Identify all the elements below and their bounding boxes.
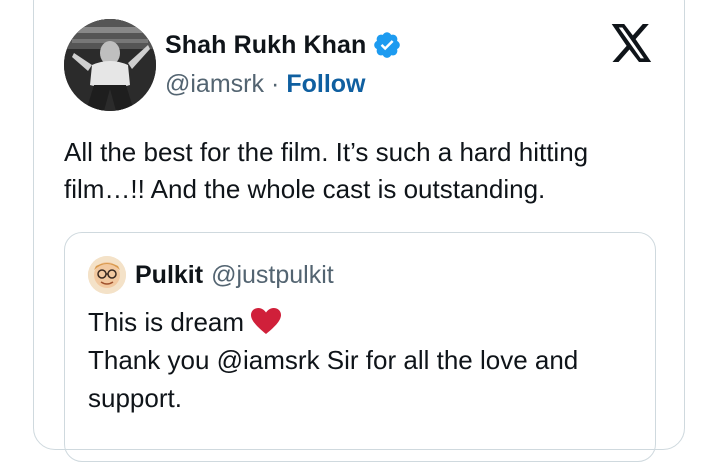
x-logo-icon[interactable] xyxy=(611,24,653,62)
tweet-text: All the best for the film. It’s such a h… xyxy=(64,137,589,204)
verified-badge-icon xyxy=(372,30,402,60)
quoted-author-handle[interactable]: @justpulkit xyxy=(211,261,334,290)
quoted-author-name[interactable]: Pulkit xyxy=(135,261,203,290)
separator-dot: · xyxy=(271,70,280,98)
quoted-tweet-text: This is dream Thank you @iamsrk Sir for … xyxy=(88,303,648,417)
author-avatar[interactable] xyxy=(64,19,156,111)
quoted-author-row: Pulkit @justpulkit xyxy=(135,256,334,294)
quoted-line-2: Thank you @iamsrk Sir for all the love a… xyxy=(88,345,579,413)
quoted-line-1-text: This is dream xyxy=(88,307,245,337)
author-name-row: Shah Rukh Khan xyxy=(165,28,402,62)
author-display-name[interactable]: Shah Rukh Khan xyxy=(165,31,366,60)
red-heart-icon xyxy=(250,307,282,335)
author-handle[interactable]: @iamsrk xyxy=(165,67,264,101)
follow-button[interactable]: Follow xyxy=(286,67,365,101)
author-handle-row: @iamsrk · Follow xyxy=(165,67,365,101)
quoted-author-avatar[interactable] xyxy=(88,256,126,294)
quoted-line-1: This is dream xyxy=(88,303,648,341)
